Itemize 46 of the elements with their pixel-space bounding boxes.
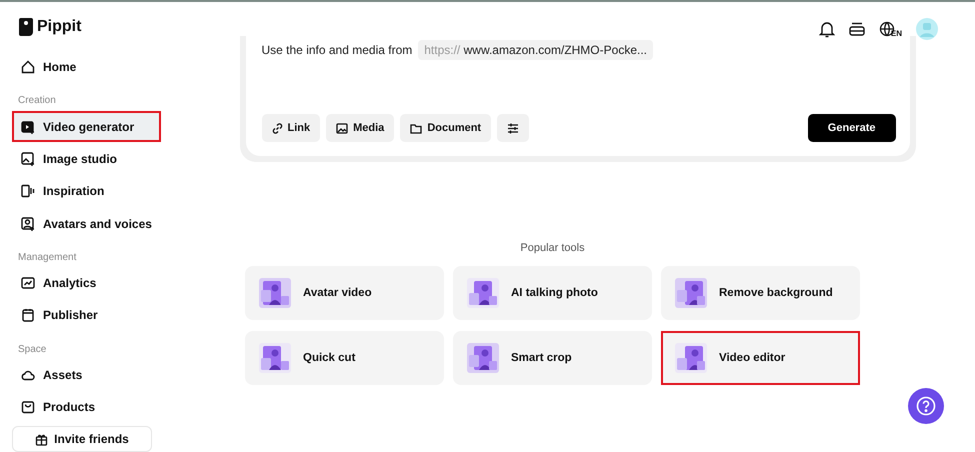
sliders-icon	[507, 122, 520, 134]
folder-icon	[410, 122, 422, 134]
media-button[interactable]: Media	[326, 114, 394, 142]
bell-icon[interactable]	[818, 20, 835, 38]
sidebar-item[interactable]: Publisher	[12, 300, 161, 331]
sidebar-item[interactable]: Avatars and voices	[12, 208, 161, 239]
prompt-text: Use the info and media from	[262, 43, 412, 57]
home-icon	[21, 60, 35, 74]
bag-icon	[21, 400, 35, 414]
invite-friends-button[interactable]: Invite friends	[12, 426, 152, 452]
settings-button[interactable]	[497, 114, 530, 142]
tool-card[interactable]: Remove background	[661, 266, 860, 320]
video-icon	[21, 120, 35, 134]
tool-card[interactable]: Smart crop	[453, 331, 652, 385]
link-icon	[272, 122, 282, 134]
image-icon	[21, 152, 35, 166]
section-label: Creation	[17, 95, 57, 106]
person-icon	[21, 216, 35, 231]
gift-icon	[35, 432, 48, 446]
section-title: Popular tools	[520, 242, 585, 254]
logo-icon	[19, 18, 33, 36]
section-label: Space	[17, 344, 48, 355]
tool-card[interactable]: Avatar video	[245, 266, 444, 320]
calendar-icon	[21, 308, 35, 322]
question-icon	[916, 396, 936, 416]
panel-icon	[21, 184, 35, 198]
logo-text: Pippit	[37, 18, 82, 36]
layers-icon[interactable]	[848, 22, 865, 36]
generate-button[interactable]: Generate	[808, 114, 896, 142]
section-label: Management	[17, 252, 78, 263]
sidebar-item[interactable]: Image studio	[12, 144, 161, 174]
tool-card[interactable]: AI talking photo	[453, 266, 652, 320]
sidebar-item[interactable]: Assets	[12, 360, 161, 390]
image-icon	[336, 122, 348, 134]
chart-icon	[21, 276, 35, 290]
tool-card[interactable]: Quick cut	[245, 331, 444, 385]
tool-card[interactable]: Video editor	[661, 331, 860, 385]
sidebar-item[interactable]: Video generator	[12, 111, 161, 142]
help-button[interactable]	[908, 388, 944, 424]
link-button[interactable]: Link	[262, 114, 320, 142]
sidebar-item[interactable]: Inspiration	[12, 176, 161, 206]
sidebar-item[interactable]: Home	[12, 52, 161, 82]
url-chip[interactable]: https:// www.amazon.com/ZHMO-Pocke...	[418, 40, 653, 60]
sidebar-item[interactable]: Analytics	[12, 268, 161, 298]
document-button[interactable]: Document	[400, 114, 492, 142]
sidebar-item[interactable]: Products	[12, 392, 161, 422]
